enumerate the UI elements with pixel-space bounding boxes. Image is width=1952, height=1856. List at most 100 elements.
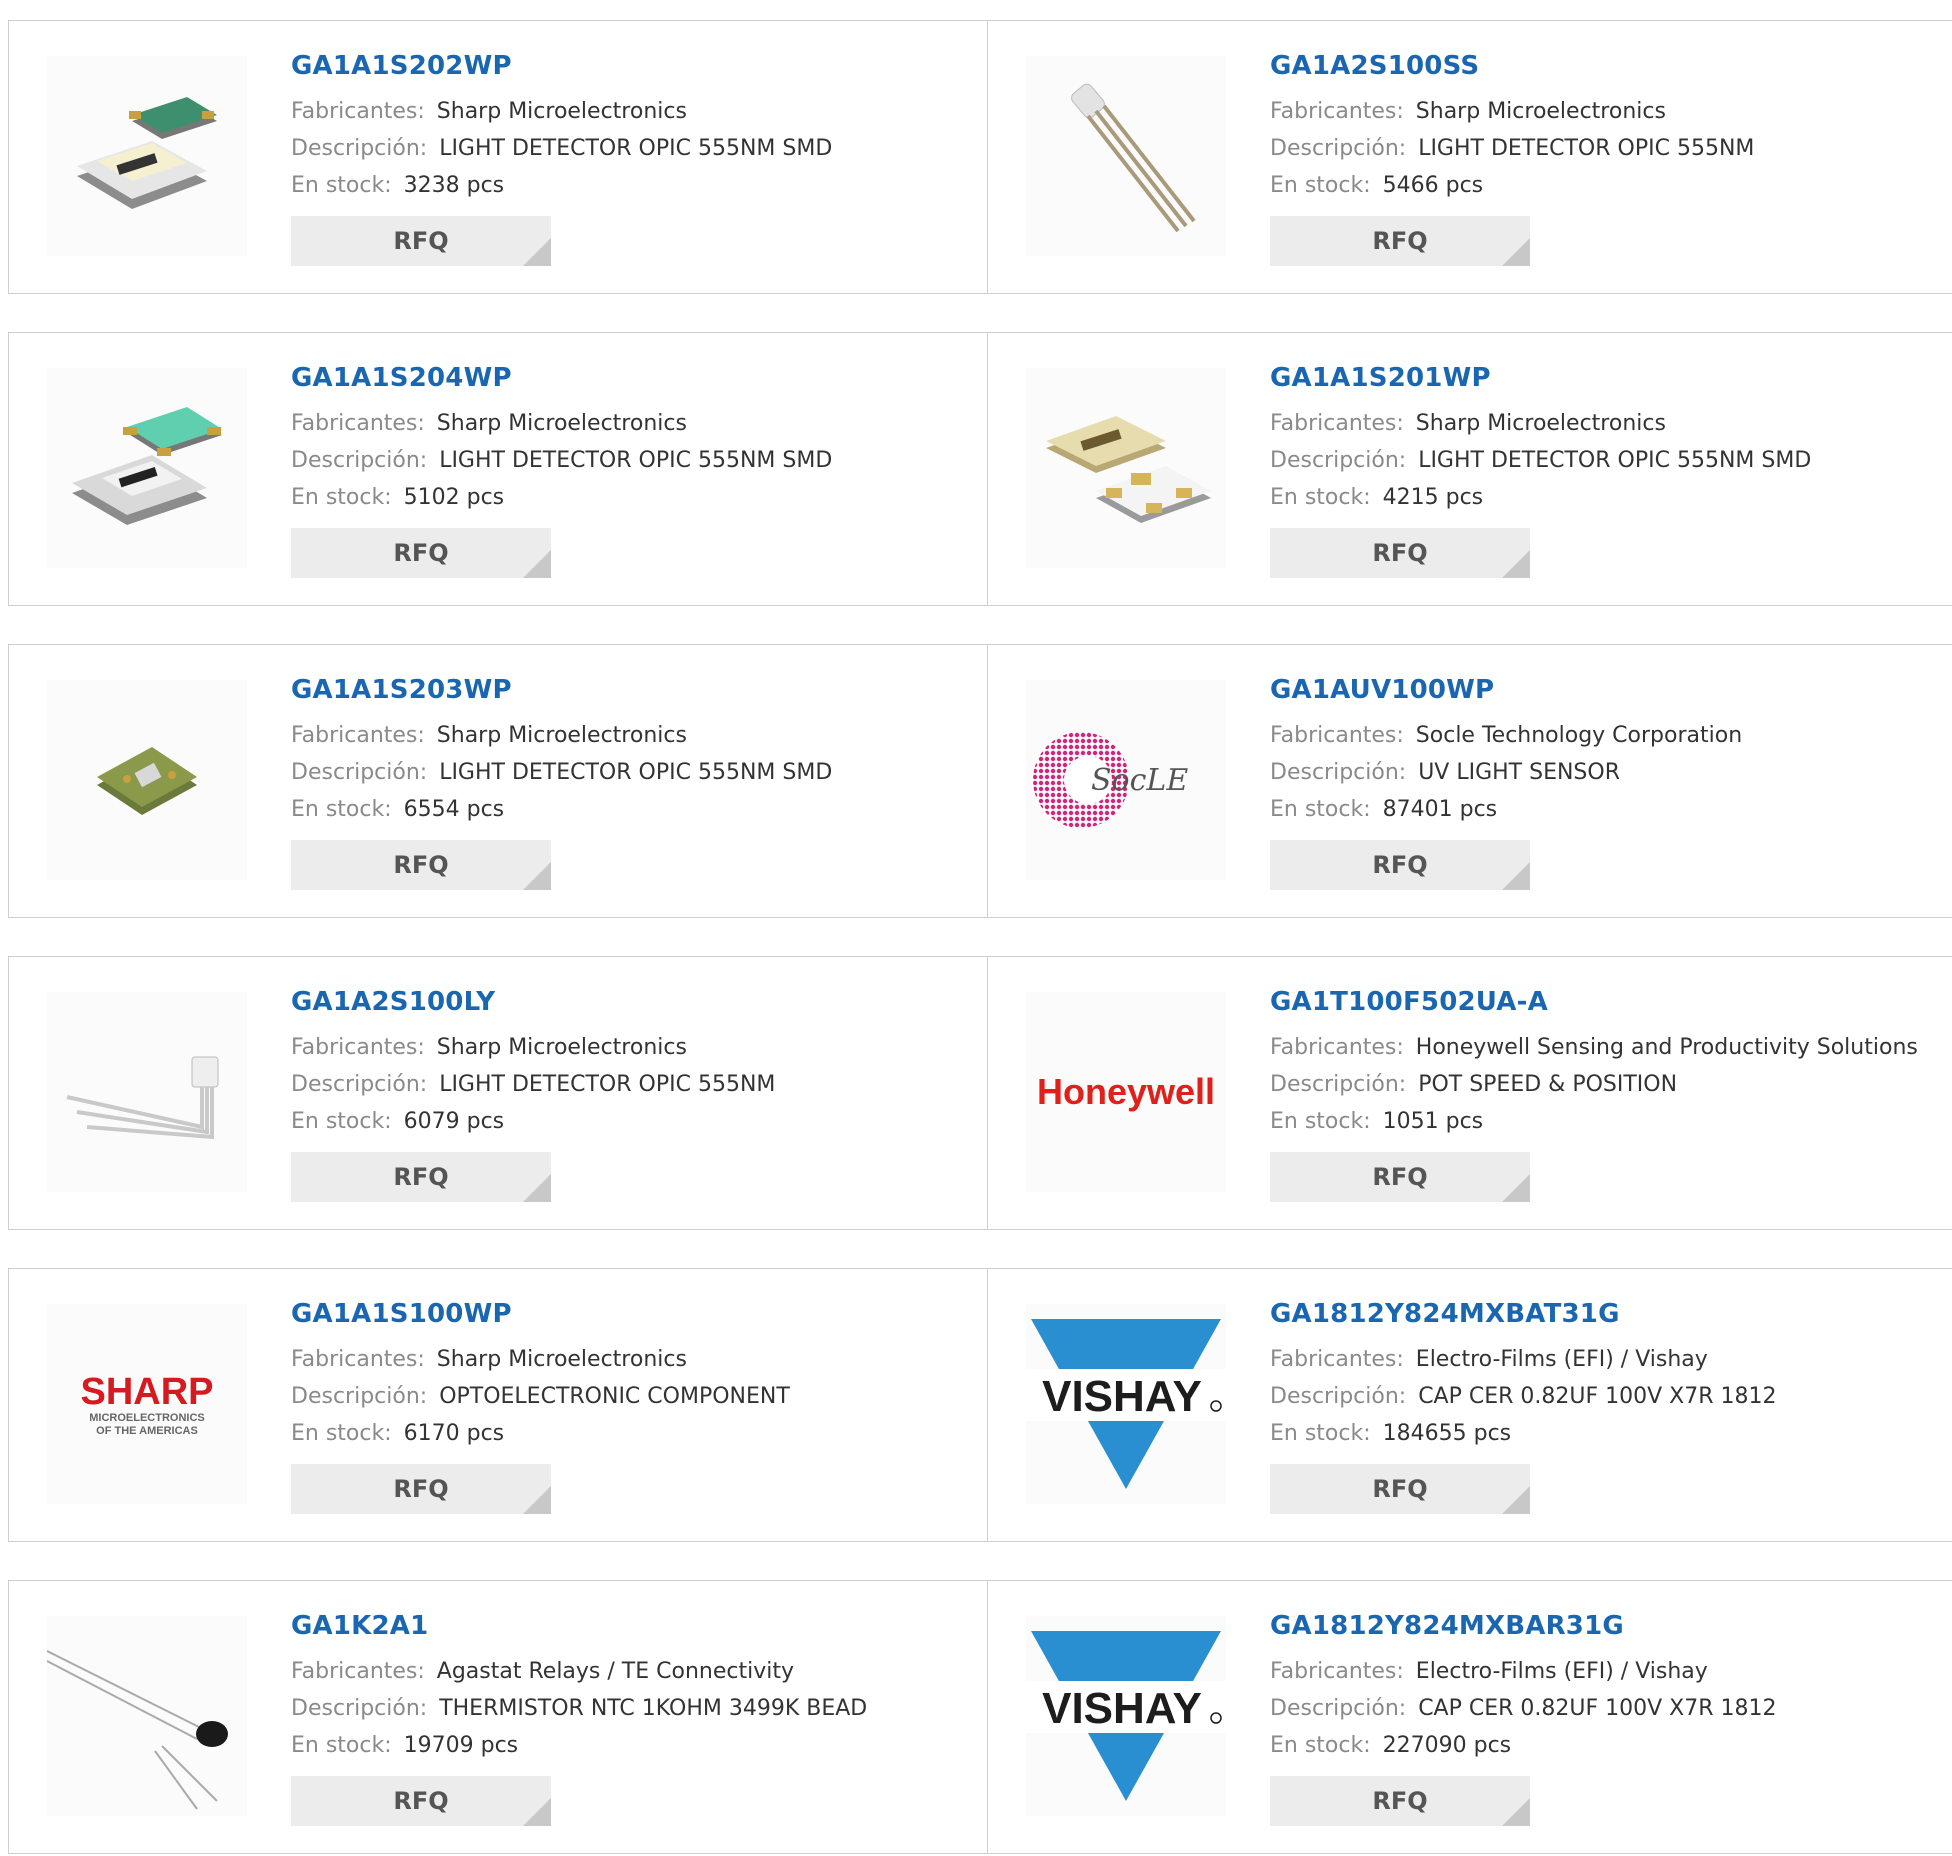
manufacturer-value: Sharp Microelectronics bbox=[436, 1347, 687, 1372]
manufacturer-row: Fabricantes: Sharp Microelectronics bbox=[1270, 405, 1952, 442]
stock-value: 87401 pcs bbox=[1382, 797, 1498, 822]
product-info: GA1A1S100WP Fabricantes: Sharp Microelect… bbox=[291, 1299, 977, 1514]
description-label: Descripción: bbox=[1270, 1072, 1407, 1097]
svg-text:OF THE AMERICAS: OF THE AMERICAS bbox=[96, 1425, 198, 1437]
product-card: SHARP MICROELECTRONICS OF THE AMERICAS G… bbox=[8, 1268, 988, 1542]
description-value: LIGHT DETECTOR OPIC 555NM bbox=[1418, 136, 1755, 161]
part-number-link[interactable]: GA1812Y824MXBAT31G bbox=[1270, 1299, 1952, 1329]
rfq-button[interactable]: RFQ bbox=[291, 840, 551, 890]
part-number-link[interactable]: GA1AUV100WP bbox=[1270, 675, 1952, 705]
smd-sensor-green-icon[interactable] bbox=[47, 56, 247, 256]
honeywell-logo[interactable]: Honeywell bbox=[1026, 992, 1226, 1192]
stock-label: En stock: bbox=[1270, 1109, 1371, 1134]
manufacturer-row: Fabricantes: Honeywell Sensing and Produc… bbox=[1270, 1029, 1952, 1066]
vishay-logo[interactable]: VISHAY bbox=[1026, 1616, 1226, 1816]
description-value: LIGHT DETECTOR OPIC 555NM SMD bbox=[1418, 448, 1812, 473]
vishay-logo[interactable]: VISHAY bbox=[1026, 1304, 1226, 1504]
thermistor-bead-icon[interactable] bbox=[47, 1616, 247, 1816]
stock-value: 4215 pcs bbox=[1382, 485, 1484, 510]
description-label: Descripción: bbox=[291, 448, 428, 473]
manufacturer-value: Electro-Films (EFI) / Vishay bbox=[1415, 1659, 1708, 1684]
through-hole-sensor-icon[interactable] bbox=[1026, 56, 1226, 256]
description-label: Descripción: bbox=[291, 760, 428, 785]
manufacturer-label: Fabricantes: bbox=[291, 1347, 425, 1372]
small-smd-chip-icon[interactable] bbox=[47, 680, 247, 880]
stock-value: 6170 pcs bbox=[403, 1421, 505, 1446]
manufacturer-value: Sharp Microelectronics bbox=[436, 99, 687, 124]
corner-triangle-icon bbox=[1502, 238, 1530, 266]
rfq-button[interactable]: RFQ bbox=[291, 528, 551, 578]
part-number-link[interactable]: GA1A2S100LY bbox=[291, 987, 977, 1017]
stock-value: 227090 pcs bbox=[1382, 1733, 1512, 1758]
sharp-logo[interactable]: SHARP MICROELECTRONICS OF THE AMERICAS bbox=[47, 1304, 247, 1504]
part-number-link[interactable]: GA1A1S201WP bbox=[1270, 363, 1952, 393]
product-info: GA1A2S100LY Fabricantes: Sharp Microelect… bbox=[291, 987, 977, 1202]
svg-text:VISHAY: VISHAY bbox=[1042, 1684, 1202, 1733]
manufacturer-row: Fabricantes: Sharp Microelectronics bbox=[291, 1341, 977, 1378]
socle-logo[interactable]: SocLE bbox=[1026, 680, 1226, 880]
manufacturer-row: Fabricantes: Sharp Microelectronics bbox=[1270, 93, 1952, 130]
stock-value: 6079 pcs bbox=[403, 1109, 505, 1134]
right-angle-sensor-icon[interactable] bbox=[47, 992, 247, 1192]
stock-row: En stock: 227090 pcs bbox=[1270, 1727, 1952, 1764]
rfq-button[interactable]: RFQ bbox=[1270, 840, 1530, 890]
description-label: Descripción: bbox=[291, 1384, 428, 1409]
stock-row: En stock: 4215 pcs bbox=[1270, 479, 1952, 516]
manufacturer-row: Fabricantes: Sharp Microelectronics bbox=[291, 405, 977, 442]
product-row: SHARP MICROELECTRONICS OF THE AMERICAS G… bbox=[8, 1268, 1952, 1544]
smd-sensor-teal-icon[interactable] bbox=[47, 368, 247, 568]
part-number-link[interactable]: GA1T100F502UA-A bbox=[1270, 987, 1952, 1017]
corner-triangle-icon bbox=[1502, 1798, 1530, 1826]
manufacturer-row: Fabricantes: Socle Technology Corporation bbox=[1270, 717, 1952, 754]
product-card: GA1A1S201WP Fabricantes: Sharp Microelect… bbox=[987, 332, 1952, 606]
rfq-button[interactable]: RFQ bbox=[1270, 528, 1530, 578]
manufacturer-row: Fabricantes: Agastat Relays / TE Connecti… bbox=[291, 1653, 977, 1690]
part-number-link[interactable]: GA1K2A1 bbox=[291, 1611, 977, 1641]
smd-sensor-gold-icon[interactable] bbox=[1026, 368, 1226, 568]
rfq-button[interactable]: RFQ bbox=[1270, 216, 1530, 266]
manufacturer-row: Fabricantes: Electro-Films (EFI) / Vishay bbox=[1270, 1341, 1952, 1378]
svg-text:MICROELECTRONICS: MICROELECTRONICS bbox=[89, 1412, 205, 1424]
stock-value: 1051 pcs bbox=[1382, 1109, 1484, 1134]
rfq-button[interactable]: RFQ bbox=[1270, 1152, 1530, 1202]
stock-row: En stock: 6554 pcs bbox=[291, 791, 977, 828]
manufacturer-row: Fabricantes: Sharp Microelectronics bbox=[291, 93, 977, 130]
rfq-button[interactable]: RFQ bbox=[291, 1152, 551, 1202]
stock-value: 19709 pcs bbox=[403, 1733, 519, 1758]
manufacturer-value: Sharp Microelectronics bbox=[436, 411, 687, 436]
corner-triangle-icon bbox=[523, 238, 551, 266]
stock-label: En stock: bbox=[1270, 173, 1371, 198]
rfq-button[interactable]: RFQ bbox=[1270, 1776, 1530, 1826]
description-row: Descripción: LIGHT DETECTOR OPIC 555NM SM… bbox=[291, 130, 977, 167]
manufacturer-value: Honeywell Sensing and Productivity Solut… bbox=[1415, 1035, 1918, 1060]
corner-triangle-icon bbox=[523, 862, 551, 890]
rfq-button[interactable]: RFQ bbox=[291, 1464, 551, 1514]
product-info: GA1812Y824MXBAT31G Fabricantes: Electro-F… bbox=[1270, 1299, 1952, 1514]
rfq-label: RFQ bbox=[1372, 1475, 1428, 1503]
manufacturer-label: Fabricantes: bbox=[291, 1659, 425, 1684]
rfq-button[interactable]: RFQ bbox=[291, 1776, 551, 1826]
description-value: THERMISTOR NTC 1KOHM 3499K BEAD bbox=[439, 1696, 868, 1721]
part-number-link[interactable]: GA1A2S100SS bbox=[1270, 51, 1952, 81]
rfq-label: RFQ bbox=[393, 851, 449, 879]
manufacturer-label: Fabricantes: bbox=[1270, 1347, 1404, 1372]
stock-row: En stock: 5102 pcs bbox=[291, 479, 977, 516]
description-value: POT SPEED & POSITION bbox=[1418, 1072, 1678, 1097]
rfq-button[interactable]: RFQ bbox=[1270, 1464, 1530, 1514]
product-row: GA1K2A1 Fabricantes: Agastat Relays / TE … bbox=[8, 1580, 1952, 1856]
part-number-link[interactable]: GA1A1S204WP bbox=[291, 363, 977, 393]
description-row: Descripción: LIGHT DETECTOR OPIC 555NM SM… bbox=[291, 442, 977, 479]
product-info: GA1A1S202WP Fabricantes: Sharp Microelect… bbox=[291, 51, 977, 266]
part-number-link[interactable]: GA1A1S203WP bbox=[291, 675, 977, 705]
description-label: Descripción: bbox=[1270, 136, 1407, 161]
description-value: CAP CER 0.82UF 100V X7R 1812 bbox=[1418, 1696, 1777, 1721]
product-card: VISHAY GA1812Y824MXBAR31G Fabricantes: El… bbox=[987, 1580, 1952, 1854]
rfq-label: RFQ bbox=[393, 1163, 449, 1191]
part-number-link[interactable]: GA1A1S100WP bbox=[291, 1299, 977, 1329]
product-row: GA1A1S202WP Fabricantes: Sharp Microelect… bbox=[8, 20, 1952, 296]
part-number-link[interactable]: GA1A1S202WP bbox=[291, 51, 977, 81]
description-row: Descripción: POT SPEED & POSITION bbox=[1270, 1066, 1952, 1103]
rfq-button[interactable]: RFQ bbox=[291, 216, 551, 266]
corner-triangle-icon bbox=[523, 1798, 551, 1826]
part-number-link[interactable]: GA1812Y824MXBAR31G bbox=[1270, 1611, 1952, 1641]
